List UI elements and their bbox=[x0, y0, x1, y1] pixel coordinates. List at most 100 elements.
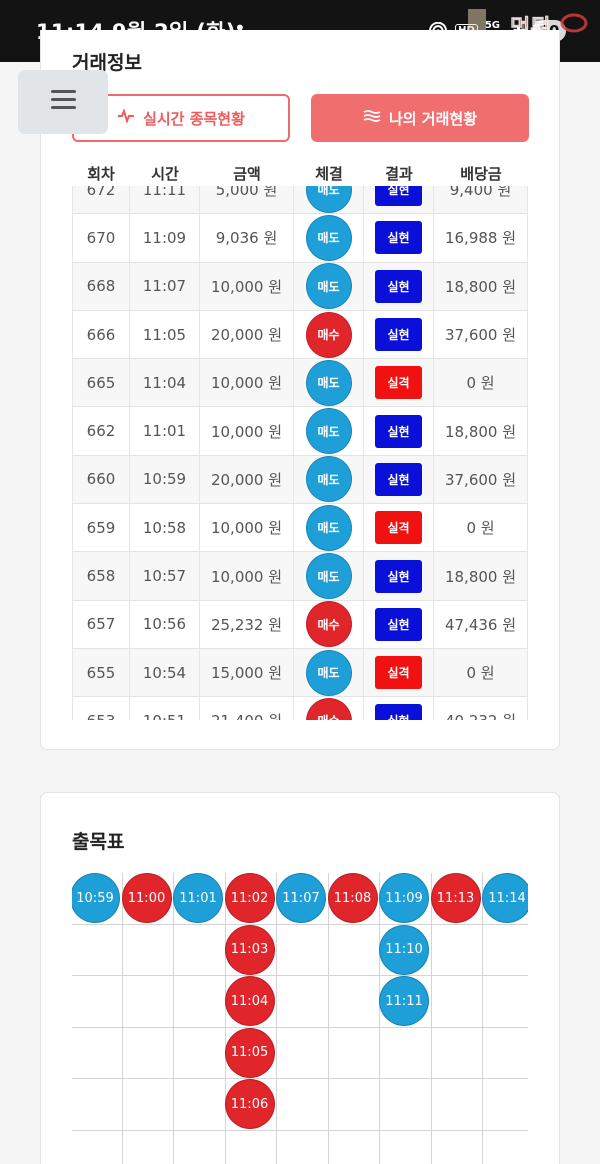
sell-result-ball: 11:14 bbox=[482, 873, 528, 923]
table-row: 655 10:54 15,000 원 매도 실격 0 원 bbox=[72, 648, 528, 698]
menu-button[interactable] bbox=[18, 70, 108, 134]
grid-line bbox=[72, 1026, 528, 1028]
round-cell: 672 bbox=[72, 186, 130, 214]
time-cell: 10:51 bbox=[130, 697, 200, 720]
round-cell: 655 bbox=[72, 648, 130, 697]
round-cell: 668 bbox=[72, 262, 130, 310]
round-cell: 670 bbox=[72, 214, 130, 262]
my-trades-tab[interactable]: 나의 거래현황 bbox=[311, 94, 529, 142]
table-row: 666 11:05 20,000 원 매수 실현 37,600 원 bbox=[72, 310, 528, 360]
sell-result-ball: 11:09 bbox=[379, 873, 429, 923]
column-header: 금액 bbox=[233, 164, 261, 183]
time-cell: 10:54 bbox=[130, 648, 200, 697]
sell-badge: 매도 bbox=[305, 186, 352, 213]
time-cell: 10:58 bbox=[130, 504, 200, 552]
sell-badge: 매도 bbox=[305, 504, 352, 551]
result-badge: 실현 bbox=[375, 559, 422, 593]
payout-cell: 9,400 원 bbox=[434, 186, 528, 214]
trade-cell: 매도 bbox=[294, 648, 364, 697]
payout-cell: 0 원 bbox=[434, 359, 528, 407]
amount-cell: 25,232 원 bbox=[200, 600, 294, 648]
time-cell: 11:09 bbox=[130, 214, 200, 262]
grid-line bbox=[379, 873, 380, 1164]
buy-result-ball: 11:02 bbox=[224, 873, 275, 923]
result-chart-title: 출목표 bbox=[72, 831, 125, 853]
payout-cell: 40,232 원 bbox=[434, 697, 528, 720]
sell-result-ball: 11:10 bbox=[379, 924, 429, 975]
sell-result-ball: 11:11 bbox=[379, 976, 429, 1027]
table-row: 662 11:01 10,000 원 매도 실현 18,800 원 bbox=[72, 407, 528, 456]
pulse-icon bbox=[117, 107, 135, 127]
result-cell: 실격 bbox=[364, 359, 434, 407]
payout-cell: 37,600 원 bbox=[434, 310, 528, 359]
grid-line bbox=[276, 873, 277, 1164]
round-cell: 653 bbox=[72, 697, 130, 720]
trade-cell: 매도 bbox=[294, 552, 364, 600]
amount-cell: 10,000 원 bbox=[200, 407, 294, 455]
time-cell: 10:56 bbox=[130, 600, 200, 648]
amount-cell: 10,000 원 bbox=[200, 552, 294, 600]
trade-cell: 매도 bbox=[294, 214, 364, 262]
time-cell: 11:01 bbox=[130, 407, 200, 455]
result-cell: 실현 bbox=[364, 600, 434, 648]
trade-cell: 매수 bbox=[294, 600, 364, 648]
trade-cell: 매수 bbox=[294, 310, 364, 359]
buy-result-ball: 11:00 bbox=[121, 873, 172, 923]
table-row: 659 10:58 10,000 원 매도 실격 0 원 bbox=[72, 504, 528, 553]
round-cell: 662 bbox=[72, 407, 130, 455]
grid-line bbox=[224, 873, 226, 1164]
amount-cell: 10,000 원 bbox=[200, 359, 294, 407]
buy-result-ball: 11:13 bbox=[430, 873, 481, 923]
amount-cell: 9,036 원 bbox=[200, 214, 294, 262]
grid-line bbox=[72, 1078, 528, 1080]
trade-table-scroll[interactable]: 672 11:11 5,000 원 매도 실현 9,400 원 670 11:09 9,036 … bbox=[72, 186, 528, 720]
result-badge: 실현 bbox=[375, 318, 422, 352]
result-cell: 실현 bbox=[364, 186, 434, 214]
hamburger-icon-bar bbox=[51, 98, 76, 101]
round-cell: 660 bbox=[72, 455, 130, 504]
trade-cell: 매도 bbox=[294, 262, 364, 310]
payout-cell: 47,436 원 bbox=[434, 600, 528, 648]
time-cell: 11:11 bbox=[130, 186, 200, 214]
payout-cell: 0 원 bbox=[434, 648, 528, 697]
buy-badge: 매수 bbox=[305, 697, 352, 720]
column-header: 체결 bbox=[315, 164, 343, 183]
grid-line bbox=[72, 923, 528, 925]
result-badge: 실현 bbox=[375, 414, 422, 448]
trade-cell: 매도 bbox=[294, 455, 364, 504]
result-cell: 실현 bbox=[364, 262, 434, 310]
trade-cell: 매도 bbox=[294, 359, 364, 407]
payout-cell: 18,800 원 bbox=[434, 552, 528, 600]
time-cell: 11:07 bbox=[130, 262, 200, 310]
amount-cell: 15,000 원 bbox=[200, 648, 294, 697]
time-cell: 10:59 bbox=[130, 455, 200, 504]
grid-line bbox=[72, 975, 528, 977]
table-row: 670 11:09 9,036 원 매도 실현 16,988 원 bbox=[72, 214, 528, 263]
payout-cell: 18,800 원 bbox=[434, 407, 528, 455]
grid-line bbox=[121, 873, 123, 1164]
time-cell: 11:04 bbox=[130, 359, 200, 407]
buy-result-ball: 11:05 bbox=[224, 1027, 275, 1078]
round-cell: 665 bbox=[72, 359, 130, 407]
column-header: 시간 bbox=[151, 164, 179, 183]
round-cell: 666 bbox=[72, 310, 130, 359]
result-badge: 실현 bbox=[375, 221, 422, 255]
grid-line bbox=[173, 873, 174, 1164]
sell-result-ball: 11:01 bbox=[173, 873, 223, 923]
amount-cell: 5,000 원 bbox=[200, 186, 294, 214]
result-cell: 실현 bbox=[364, 214, 434, 262]
result-badge: 실현 bbox=[375, 186, 422, 207]
result-cell: 실현 bbox=[364, 455, 434, 504]
trade-cell: 매수 bbox=[294, 697, 364, 720]
trade-table: 672 11:11 5,000 원 매도 실현 9,400 원 670 11:09 9,036 … bbox=[72, 186, 528, 720]
sell-result-ball: 11:07 bbox=[276, 873, 326, 923]
buy-result-ball: 11:08 bbox=[327, 873, 378, 923]
column-header: 결과 bbox=[385, 164, 413, 183]
amount-cell: 10,000 원 bbox=[200, 504, 294, 552]
result-cell: 실현 bbox=[364, 697, 434, 720]
result-badge: 실격 bbox=[375, 656, 422, 690]
sell-badge: 매도 bbox=[305, 263, 352, 310]
payout-cell: 18,800 원 bbox=[434, 262, 528, 310]
table-row: 657 10:56 25,232 원 매수 실현 47,436 원 bbox=[72, 600, 528, 649]
table-row: 668 11:07 10,000 원 매도 실현 18,800 원 bbox=[72, 262, 528, 311]
